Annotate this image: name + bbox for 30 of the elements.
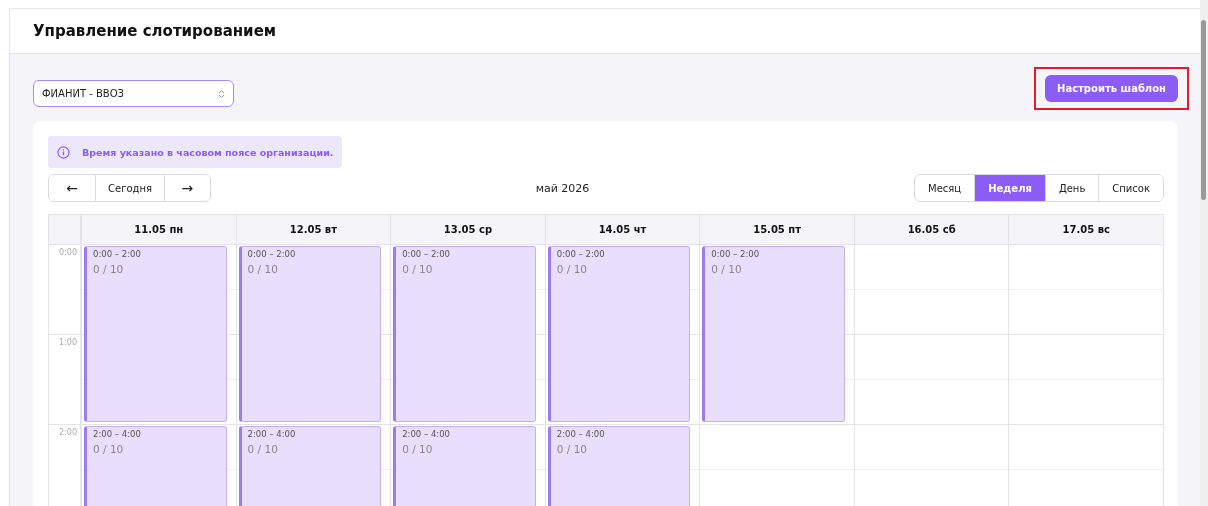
page-title: Управление слотированием	[33, 22, 277, 40]
hour-label: 0:00	[59, 248, 77, 257]
day-header: 11.05 пн	[82, 215, 236, 245]
view-tab[interactable]: Список	[1098, 175, 1163, 201]
time-slot[interactable]: 2:00 – 4:00 0 / 10	[238, 426, 382, 506]
day-header: 12.05 вт	[236, 215, 391, 245]
time-slot[interactable]: 0:00 – 2:00 0 / 10	[393, 246, 536, 422]
time-slot[interactable]: 2:00 – 4:00 0 / 10	[393, 426, 536, 506]
time-slot[interactable]: 2:00 – 4:00 0 / 10	[547, 426, 691, 506]
day-header: 14.05 чт	[545, 215, 700, 245]
time-slot[interactable]: 0:00 – 2:00 0 / 10	[84, 246, 227, 422]
info-icon	[57, 145, 70, 159]
configure-template-button[interactable]: Настроить шаблон	[1045, 75, 1178, 102]
time-slot[interactable]: 2:00 – 4:00 0 / 10	[84, 426, 227, 506]
scrollbar[interactable]	[1200, 0, 1208, 506]
info-text: Время указано в часовом поясе организации.	[82, 146, 334, 158]
time-slot[interactable]: 0:00 – 2:00 0 / 10	[547, 246, 691, 422]
day-header: 17.05 вс	[1009, 215, 1164, 245]
warehouse-select[interactable]: ФИАНИТ - ВВОЗ	[33, 80, 234, 107]
chevron-updown-icon	[218, 88, 225, 99]
period-title: май 2026	[535, 181, 590, 195]
time-slot[interactable]: 0:00 – 2:00 0 / 10	[702, 246, 845, 422]
view-tab[interactable]: Неделя	[974, 175, 1045, 201]
next-button[interactable]: →	[164, 175, 210, 201]
day-header: 16.05 сб	[854, 215, 1009, 245]
time-slot[interactable]: 0:00 – 2:00 0 / 10	[238, 246, 382, 422]
day-header: 15.05 пт	[700, 215, 854, 245]
day-header: 13.05 ср	[391, 215, 545, 245]
hour-label: 1:00	[59, 338, 77, 347]
hour-label: 2:00	[59, 428, 77, 437]
